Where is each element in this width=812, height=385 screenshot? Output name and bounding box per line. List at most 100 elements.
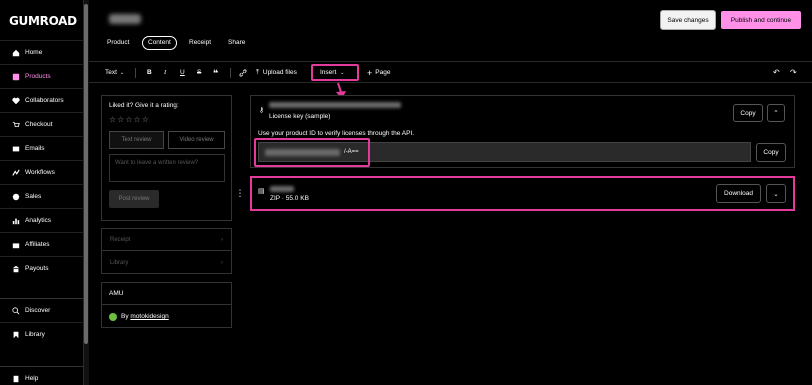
sidebar-item-discover[interactable]: Discover (0, 298, 84, 322)
author-link[interactable]: motokidesign (130, 313, 168, 320)
chevron-down-icon: ⌄ (119, 70, 125, 76)
author-card: AMU By motokidesign (101, 282, 232, 328)
library-row[interactable]: Library › (102, 252, 231, 274)
upload-icon: ⤒ (256, 69, 259, 76)
page-header: Product Content Receipt Share Save chang… (89, 0, 812, 62)
upload-files-button[interactable]: ⤒ Upload files (256, 67, 297, 79)
home-icon (11, 48, 20, 57)
text-style-label: Text (105, 69, 117, 76)
row-menu-icon[interactable]: ⋮ (235, 187, 245, 201)
video-review-tab[interactable]: Video review (168, 131, 225, 149)
sidebar-item-label: Library (25, 331, 45, 338)
plus-icon: + (367, 68, 373, 78)
sidebar-item-emails[interactable]: Emails (0, 136, 84, 160)
sidebar-item-payouts[interactable]: Payouts (0, 256, 84, 280)
undo-icon[interactable]: ↶ (773, 67, 780, 79)
toolbar-divider (230, 68, 231, 78)
dollar-icon (11, 192, 20, 201)
sidebar-item-workflows[interactable]: Workflows (0, 160, 84, 184)
bank-icon (11, 264, 20, 273)
sidebar-item-label: Workflows (25, 169, 55, 176)
sidebar-item-help[interactable]: Help (0, 366, 84, 385)
sidebar-item-label: Help (25, 375, 39, 382)
link-icon[interactable] (239, 67, 247, 79)
tab-content[interactable]: Content (142, 36, 177, 50)
file-meta: ZIP · 55.0 KB (270, 195, 309, 202)
sidebar-item-collaborators[interactable]: Collaborators (0, 88, 84, 112)
post-review-button[interactable]: Post review (109, 190, 159, 208)
text-style-dropdown[interactable]: Text ⌄ (105, 67, 124, 79)
sidebar-item-analytics[interactable]: Analytics (0, 208, 84, 232)
sidebar-item-label: Products (25, 73, 51, 80)
receipt-library-panel: Receipt › Library › (101, 228, 232, 274)
save-changes-button[interactable]: Save changes (660, 10, 716, 30)
copy-button[interactable]: Copy (733, 104, 763, 122)
quote-icon[interactable]: ❝ (213, 67, 218, 79)
bookmark-icon (11, 330, 20, 339)
sidebar-item-label: Payouts (25, 265, 49, 272)
editor-toolbar: Text ⌄ B I U S ❝ ⤒ Upload files Insert ⌄ + P… (89, 63, 812, 83)
license-key-highlight (254, 138, 370, 167)
strikethrough-icon[interactable]: S (197, 67, 201, 79)
chevron-down-icon: ⌄ (773, 190, 779, 198)
italic-icon[interactable]: I (164, 67, 166, 79)
author-card-title: AMU (109, 290, 124, 297)
file-options-button[interactable]: ⌄ (766, 184, 786, 203)
sidebar-item-label: Emails (25, 145, 45, 152)
receipt-row[interactable]: Receipt › (102, 229, 231, 251)
collapse-button[interactable]: ⌃ (767, 104, 785, 122)
envelope-icon (11, 144, 20, 153)
redo-icon[interactable]: ↷ (790, 67, 797, 79)
product-title (109, 14, 141, 24)
scrollbar-thumb[interactable] (84, 4, 88, 344)
license-help-text: Use your product ID to verify licenses t… (258, 130, 415, 137)
tab-product[interactable]: Product (102, 36, 134, 50)
search-icon (11, 306, 20, 315)
file-icon: ▤ (258, 188, 265, 195)
underline-icon[interactable]: U (180, 67, 185, 79)
chevron-up-icon: ⌃ (773, 110, 779, 117)
publish-button[interactable]: Publish and continue (720, 10, 802, 30)
review-textarea[interactable]: Want to leave a written review? (109, 154, 225, 182)
gift-icon (11, 240, 20, 249)
author-line: By motokidesign (121, 313, 169, 320)
workflow-icon (11, 168, 20, 177)
license-key-label: License key (sample) (269, 113, 331, 120)
license-key-blurred-header (269, 102, 401, 108)
avatar (109, 313, 117, 321)
copy-license-button[interactable]: Copy (756, 143, 786, 162)
page-label: Page (375, 69, 391, 76)
text-review-tab[interactable]: Text review (109, 131, 164, 149)
sidebar-item-label: Analytics (25, 217, 52, 224)
sidebar-item-label: Checkout (25, 121, 53, 128)
sidebar-item-home[interactable]: Home (0, 40, 84, 64)
sidebar-item-library[interactable]: Library (0, 322, 84, 346)
upload-files-label: Upload files (262, 69, 297, 76)
sidebar-item-label: Discover (25, 307, 51, 314)
sidebar-item-label: Home (25, 49, 43, 56)
tab-receipt[interactable]: Receipt (184, 36, 216, 50)
star-rating[interactable]: ☆☆☆☆☆ (109, 115, 150, 124)
chevron-right-icon: › (221, 260, 223, 266)
insert-highlight (311, 64, 359, 81)
by-label: By (121, 313, 129, 320)
library-label: Library (110, 260, 129, 266)
download-button[interactable]: Download (716, 184, 761, 203)
sidebar-item-checkout[interactable]: Checkout (0, 112, 84, 136)
gumroad-logo[interactable]: GUMROAD (9, 14, 77, 28)
collaborators-icon (11, 96, 20, 105)
sidebar-item-products[interactable]: Products (0, 64, 84, 88)
sidebar-item-label: Affiliates (25, 241, 50, 248)
file-name-blurred (270, 186, 294, 192)
rating-prompt: Liked it? Give it a rating: (109, 102, 179, 109)
add-page-button[interactable]: + Page (367, 67, 390, 79)
key-icon: ⚷ (259, 107, 265, 114)
sidebar-item-affiliates[interactable]: Affiliates (0, 232, 84, 256)
toolbar-divider (135, 68, 136, 78)
book-icon (11, 374, 20, 383)
sidebar-item-sales[interactable]: Sales (0, 184, 84, 208)
receipt-label: Receipt (110, 236, 131, 243)
bold-icon[interactable]: B (147, 67, 152, 79)
sidebar-item-label: Sales (25, 193, 42, 200)
tab-share[interactable]: Share (223, 36, 250, 50)
